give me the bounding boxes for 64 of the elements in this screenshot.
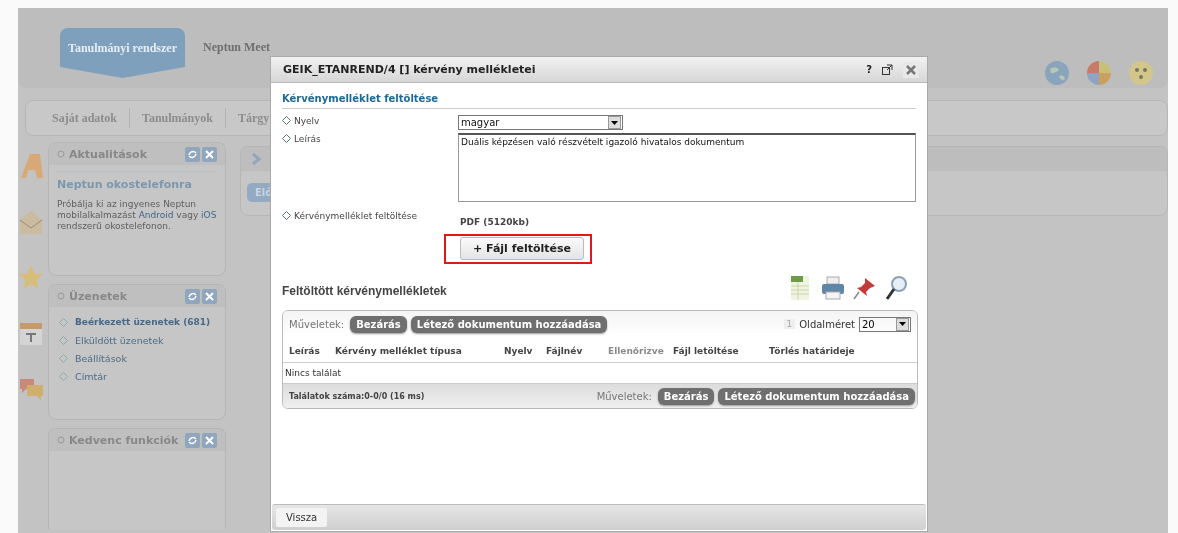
column-header[interactable]: Kérvény melléklet típusa [335, 346, 462, 356]
dropdown-arrow-icon [899, 322, 906, 326]
actions-label: Műveletek: [596, 390, 652, 402]
action-button[interactable]: Bezárás [657, 387, 715, 405]
list-title: Feltöltött kérvénymellékletek [282, 284, 447, 298]
action-button[interactable]: Létező dokumentum hozzáadása [410, 315, 608, 333]
refresh-icon [185, 432, 200, 448]
action-button[interactable]: Bezárás [350, 315, 407, 333]
chevron-icon [251, 153, 261, 165]
diamond-bullet-icon [282, 116, 291, 125]
diamond-bullet-icon [59, 335, 68, 345]
envelope-icon [18, 208, 44, 236]
smiley-icon [1128, 60, 1154, 86]
description-field[interactable]: Duális képzésen való részvételt igazoló hivatalos dokumentum [458, 133, 916, 202]
news-text: Próbálja ki az ingyenes Neptun mobilalkalmazást Android vagy iOS rendszerű okostelefonon. [57, 199, 217, 232]
actions-label: Műveletek: [289, 318, 345, 330]
column-header[interactable]: Nyelv [504, 346, 533, 356]
bullet-icon [57, 436, 65, 444]
close-icon [202, 288, 217, 304]
column-header[interactable]: Fájl letöltése [673, 346, 739, 356]
language-select[interactable]: magyar [458, 115, 623, 130]
upload-button[interactable]: + Fájl feltöltése [460, 237, 585, 260]
close-button[interactable] [903, 61, 919, 78]
text-link[interactable]: iOS [201, 210, 217, 220]
diamond-bullet-icon [282, 134, 291, 143]
diamond-bullet-icon [59, 353, 68, 363]
message-link[interactable]: Címtár [75, 370, 107, 382]
message-link[interactable]: Beérkezett üzenetek (681) [75, 317, 211, 327]
column-header[interactable]: Leírás [289, 346, 320, 356]
diamond-bullet-icon [59, 317, 68, 327]
printer-icon[interactable] [819, 274, 847, 302]
calendar-icon [18, 320, 44, 348]
message-link[interactable]: Elküldött üzenetek [75, 334, 164, 346]
close-icon [202, 146, 217, 162]
format-note: PDF (5120kb) [460, 217, 531, 227]
color-wheel-icon [1086, 60, 1112, 86]
globe-icon [1044, 60, 1070, 86]
column-header[interactable]: Törlés határideje [769, 346, 855, 356]
dialog-title: GEIK_ETANREND/4 [] kérvény mellékletei [283, 63, 536, 76]
message-link[interactable]: Beállítások [75, 352, 127, 364]
help-button[interactable]: ? [866, 64, 872, 75]
page-size-label: Oldalméret [799, 318, 855, 330]
close-icon [202, 432, 217, 448]
column-header[interactable]: Fájlnév [546, 346, 583, 356]
column-header[interactable]: Ellenőrizve [608, 346, 664, 356]
dropdown-arrow-icon [611, 120, 618, 125]
text-link[interactable]: Android [138, 210, 174, 220]
refresh-icon [185, 146, 200, 162]
field-label: Nyelv [294, 116, 320, 126]
result-count: Találatok száma:0-0/0 (16 ms) [289, 391, 425, 401]
diamond-bullet-icon [282, 211, 291, 220]
field-label: Leírás [294, 134, 321, 144]
refresh-icon [185, 288, 200, 304]
action-button[interactable]: Létező dokumentum hozzáadása [718, 387, 915, 405]
popout-icon [882, 64, 893, 75]
bullet-icon [57, 150, 65, 158]
diamond-bullet-icon [59, 371, 68, 381]
close-icon [906, 64, 916, 75]
bullet-icon [57, 292, 65, 300]
page-size-select[interactable]: 20 [859, 316, 911, 332]
field-label: Kérvénymelléklet feltöltése [294, 211, 418, 221]
back-button[interactable]: Vissza [276, 508, 328, 527]
section-title: Kérvénymelléklet feltöltése [282, 93, 440, 104]
meet-street-link[interactable]: Neptun Meet [203, 40, 270, 55]
